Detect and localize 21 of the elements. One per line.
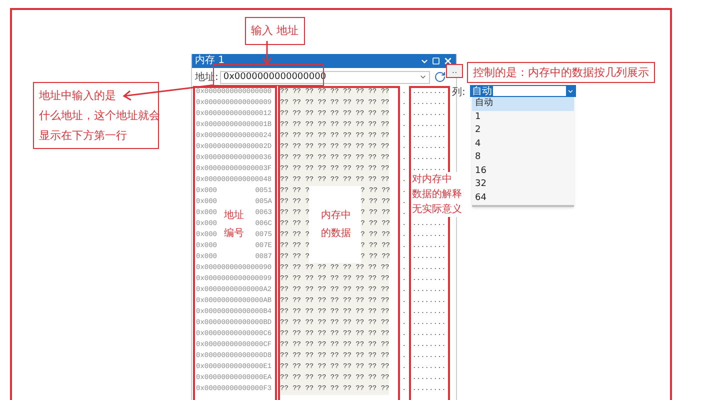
columns-select[interactable]: 自动 — [470, 85, 576, 97]
list-option[interactable]: 自动 — [472, 97, 574, 110]
refresh-icon[interactable] — [434, 71, 446, 83]
list-option[interactable]: 8 — [472, 151, 574, 164]
options-button[interactable]: ‥ — [446, 64, 463, 78]
maximize-icon[interactable] — [432, 57, 440, 65]
callout-box: 输入 地址 — [245, 17, 304, 45]
caret-icon — [566, 86, 575, 96]
caret-icon — [419, 73, 428, 81]
list-option[interactable]: 64 — [472, 192, 574, 205]
window-title: 内存 1 — [195, 54, 225, 68]
list-option[interactable]: 4 — [472, 138, 574, 151]
list-option[interactable]: 1 — [472, 110, 574, 124]
list-option[interactable]: 32 — [472, 178, 574, 192]
columns-label: 列: — [452, 86, 466, 100]
arrow — [262, 41, 272, 66]
list-option[interactable]: 16 — [472, 164, 574, 178]
list-option[interactable]: 2 — [472, 124, 574, 138]
annotation-text: 对内存中 数据的解释 无实际意义 — [412, 172, 462, 217]
close-icon[interactable] — [443, 56, 453, 66]
callout-box: 控制的是：内存中的数据按几列展示 — [467, 62, 655, 83]
